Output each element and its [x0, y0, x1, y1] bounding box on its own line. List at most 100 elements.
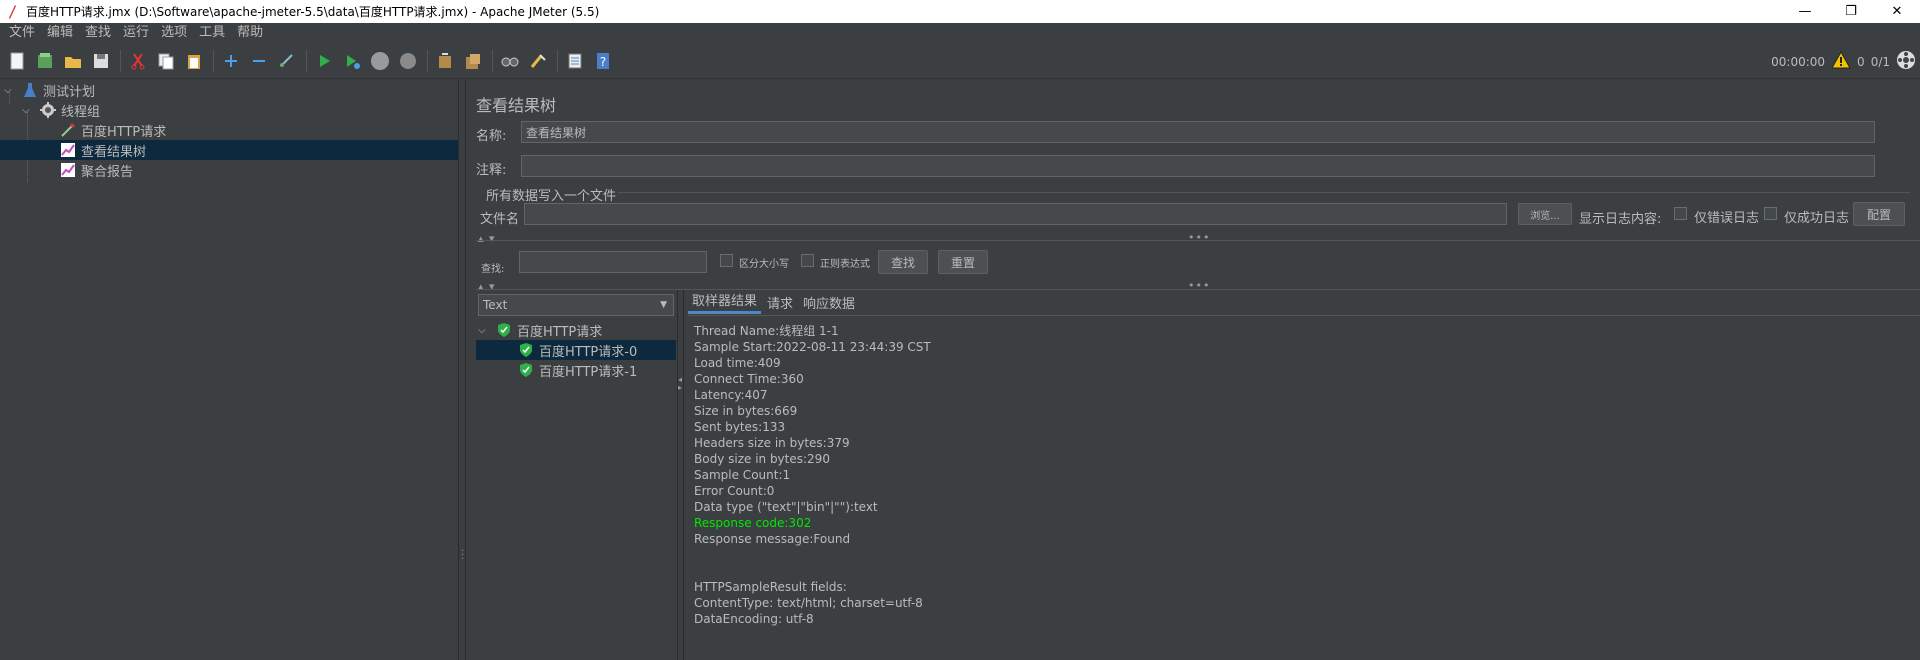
- detail-line: Connect Time:360: [694, 372, 804, 386]
- active-threads: 0/1: [1870, 54, 1890, 69]
- warning-icon[interactable]: [1831, 50, 1851, 72]
- stop-icon[interactable]: [369, 50, 391, 72]
- tree-node-view-results-tree[interactable]: 查看结果树: [0, 140, 458, 160]
- tab-request[interactable]: 请求: [763, 291, 797, 314]
- find-button[interactable]: 查找: [878, 250, 928, 274]
- detail-line: [694, 563, 1920, 579]
- tree-node-aggregate-report[interactable]: 聚合报告: [60, 160, 133, 180]
- jmeter-feather-icon: [4, 4, 20, 20]
- detail-line: Data type ("text"|"bin"|""):text: [694, 500, 878, 514]
- templates-icon[interactable]: [34, 50, 56, 72]
- case-sensitive-label: 区分大小写: [739, 259, 789, 270]
- test-plan-tree: ⌵ 测试计划 ⌵ 线程组 百度HTTP请求 查看结果树 聚合报告: [0, 80, 458, 660]
- clear-icon[interactable]: [434, 50, 456, 72]
- help-icon[interactable]: ?: [592, 50, 614, 72]
- tab-sampler-result[interactable]: 取样器结果: [688, 288, 762, 314]
- close-button[interactable]: ✕: [1874, 0, 1920, 23]
- cut-icon[interactable]: [127, 50, 149, 72]
- divider-grip[interactable]: •••: [1188, 279, 1210, 292]
- detail-line: Load time:409: [694, 356, 781, 370]
- expand-icon[interactable]: [220, 50, 242, 72]
- chevron-down-icon[interactable]: ⌵: [4, 85, 16, 96]
- collapse-icon[interactable]: [248, 50, 270, 72]
- case-sensitive-checkbox[interactable]: [720, 254, 733, 267]
- browse-button[interactable]: 浏览...: [1518, 203, 1572, 225]
- name-field[interactable]: 查看结果树: [521, 121, 1875, 143]
- menu-search[interactable]: 查找: [79, 23, 117, 43]
- minimize-button[interactable]: —: [1782, 0, 1828, 23]
- clear-all-icon[interactable]: [462, 50, 484, 72]
- open-icon[interactable]: [62, 50, 84, 72]
- tree-node-test-plan[interactable]: ⌵ 测试计划: [4, 80, 95, 100]
- search-icon[interactable]: [499, 50, 521, 72]
- chevron-down-icon[interactable]: ⌵: [22, 105, 34, 116]
- menu-options[interactable]: 选项: [155, 23, 193, 43]
- reset-search-icon[interactable]: [527, 50, 549, 72]
- menu-help[interactable]: 帮助: [231, 23, 269, 43]
- new-icon[interactable]: [6, 50, 28, 72]
- result-node[interactable]: 百度HTTP请求-0: [476, 340, 676, 360]
- file-section-label: 所有数据写入一个文件: [484, 185, 619, 204]
- menu-run[interactable]: 运行: [117, 23, 155, 43]
- menu-edit[interactable]: 编辑: [41, 23, 79, 43]
- detail-line: DataEncoding: utf-8: [694, 612, 814, 626]
- log-content-label: 显示日志内容:: [1579, 212, 1662, 227]
- search-field[interactable]: [519, 251, 707, 273]
- comment-field[interactable]: [521, 155, 1875, 177]
- divider-grip[interactable]: •••: [1188, 231, 1210, 244]
- paste-icon[interactable]: [183, 50, 205, 72]
- detail-line: Response message:Found: [694, 532, 851, 546]
- copy-icon[interactable]: [155, 50, 177, 72]
- result-node-label: 百度HTTP请求: [517, 324, 603, 340]
- result-node[interactable]: ⌵ 百度HTTP请求: [478, 320, 602, 340]
- menu-bar: 文件 编辑 查找 运行 选项 工具 帮助: [0, 23, 1920, 43]
- filename-label: 文件名: [480, 212, 520, 227]
- flask-icon: [22, 82, 38, 98]
- function-helper-icon[interactable]: [564, 50, 586, 72]
- tab-response-data[interactable]: 响应数据: [799, 291, 859, 314]
- success-only-checkbox[interactable]: [1764, 207, 1777, 220]
- detail-line: HTTPSampleResult fields:: [694, 580, 847, 594]
- result-node-label: 百度HTTP请求-0: [539, 344, 638, 360]
- tree-node-http-request[interactable]: 百度HTTP请求: [60, 120, 166, 140]
- start-icon[interactable]: [313, 50, 335, 72]
- detail-tabs: 取样器结果 请求 响应数据: [688, 292, 1920, 314]
- regex-checkbox[interactable]: [801, 254, 814, 267]
- reset-button[interactable]: 重置: [938, 250, 988, 274]
- tree-node-label: 聚合报告: [81, 164, 134, 180]
- panel-splitter[interactable]: · · ·: [458, 80, 466, 660]
- menu-file[interactable]: 文件: [3, 23, 41, 43]
- splitter-grip[interactable]: · · ·: [461, 547, 464, 565]
- response-code-line: Response code:302: [694, 516, 812, 530]
- start-no-pauses-icon[interactable]: [341, 50, 363, 72]
- chart-icon: [60, 162, 76, 178]
- collapse-arrows[interactable]: ▴ ▾: [478, 232, 496, 245]
- success-shield-icon: [496, 322, 512, 338]
- menu-tools[interactable]: 工具: [193, 23, 231, 43]
- comment-label: 注释:: [476, 163, 507, 178]
- tree-node-thread-group[interactable]: ⌵ 线程组: [22, 100, 100, 120]
- detail-line: Sample Count:1: [694, 468, 791, 482]
- configure-button[interactable]: 配置: [1853, 202, 1905, 226]
- title-bar: 百度HTTP请求.jmx (D:\Software\apache-jmeter-…: [0, 0, 1920, 23]
- result-node[interactable]: 百度HTTP请求-1: [518, 360, 637, 380]
- detail-line: Sent bytes:133: [694, 420, 786, 434]
- filename-field[interactable]: [524, 203, 1507, 225]
- thread-status-icon: [1896, 50, 1916, 73]
- chevron-down-icon[interactable]: ⌵: [478, 325, 490, 336]
- errors-only-label: 仅错误日志: [1694, 211, 1760, 226]
- collapse-arrows[interactable]: ▴ ▾: [478, 280, 496, 293]
- gear-icon: [40, 102, 56, 118]
- detail-line: Headers size in bytes:379: [694, 436, 850, 450]
- renderer-select[interactable]: Text ▼: [478, 294, 674, 316]
- maximize-button[interactable]: ❐: [1828, 0, 1874, 23]
- save-icon[interactable]: [90, 50, 112, 72]
- toggle-icon[interactable]: [276, 50, 298, 72]
- errors-only-checkbox[interactable]: [1674, 207, 1687, 220]
- detail-line: Body size in bytes:290: [694, 452, 830, 466]
- shutdown-icon[interactable]: [397, 50, 419, 72]
- window-title: 百度HTTP请求.jmx (D:\Software\apache-jmeter-…: [26, 5, 600, 19]
- results-splitter[interactable]: ◂ ▸: [677, 290, 684, 660]
- regex-label: 正则表达式: [820, 259, 870, 270]
- tree-node-label: 查看结果树: [81, 144, 147, 160]
